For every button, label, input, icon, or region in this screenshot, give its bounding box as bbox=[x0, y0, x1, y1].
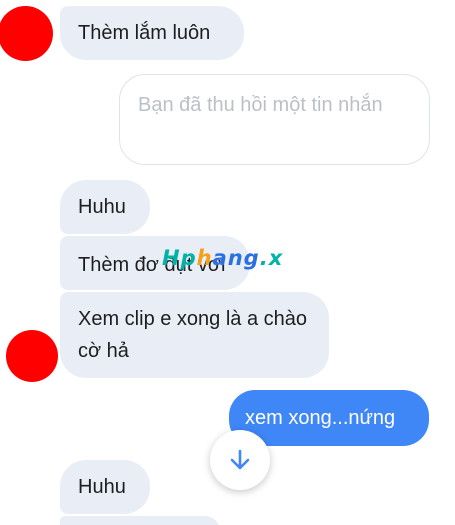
avatar[interactable] bbox=[0, 6, 53, 61]
message-bubble-received[interactable]: Huhu bbox=[60, 460, 150, 514]
recalled-message-text: Bạn đã thu hồi một tin nhắn bbox=[138, 94, 383, 116]
message-bubble-received[interactable]: Xem clip e xong là a chào cờ hả bbox=[60, 292, 329, 378]
recalled-message-bubble[interactable]: Bạn đã thu hồi một tin nhắn bbox=[119, 74, 430, 165]
message-text: Huhu bbox=[78, 476, 126, 498]
message-bubble-received[interactable]: Huhu bbox=[60, 180, 150, 234]
message-bubble-received-partial[interactable] bbox=[60, 516, 220, 525]
message-text: xem xong...nứng bbox=[245, 407, 396, 429]
message-text: Huhu bbox=[78, 196, 126, 218]
scroll-to-bottom-button[interactable] bbox=[210, 430, 270, 490]
message-text: Xem clip e xong là a chào cờ hả bbox=[78, 308, 308, 362]
arrow-down-icon bbox=[230, 449, 250, 470]
avatar[interactable] bbox=[6, 330, 58, 382]
message-bubble-received[interactable]: Thèm lắm luôn bbox=[60, 6, 244, 60]
message-text: Thèm lắm luôn bbox=[78, 22, 211, 44]
watermark: Hphang.x bbox=[162, 246, 284, 270]
